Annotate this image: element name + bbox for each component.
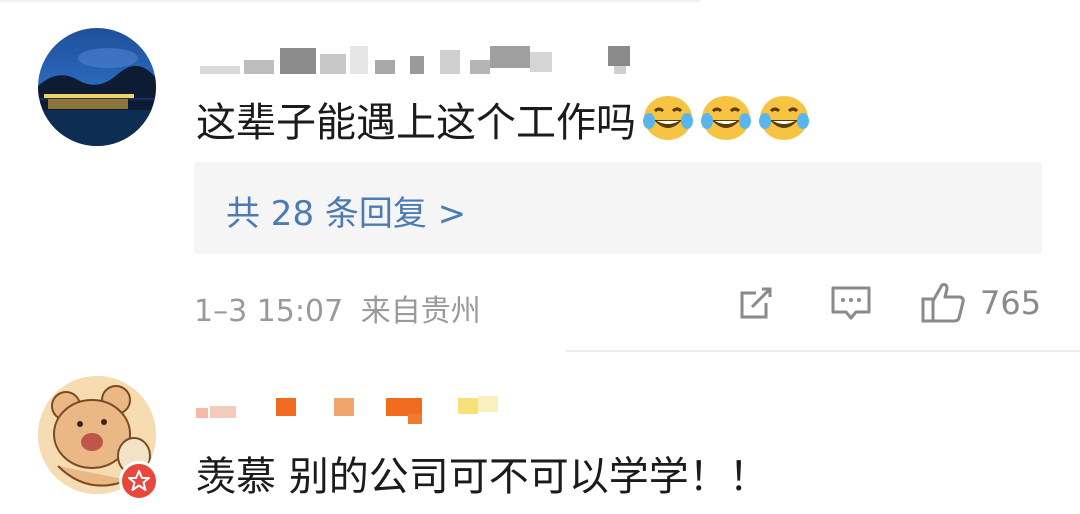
- comment-text: 这辈子能遇上这个工作吗: [196, 90, 810, 152]
- comment-reply-button[interactable]: [830, 284, 872, 328]
- username-masked[interactable]: [196, 394, 506, 424]
- replies-label: 共 28 条回复 >: [226, 194, 467, 234]
- star-badge-icon: [119, 461, 159, 501]
- night-lake-avatar-icon: [38, 28, 156, 146]
- like-count: 765: [980, 284, 1042, 322]
- edit-share-icon: [740, 287, 772, 319]
- comment-text: 羡慕 别的公司可不可以学学！！: [196, 444, 769, 502]
- laughing-tears-emoji-icon: [700, 94, 752, 152]
- avatar[interactable]: [38, 28, 156, 146]
- view-replies-button[interactable]: 共 28 条回复 >: [194, 162, 1042, 254]
- comment-meta: 1–3 15:07 来自贵州: [194, 286, 481, 330]
- laughing-tears-emoji-icon: [642, 94, 694, 152]
- pixelated-name-icon: [196, 396, 498, 424]
- like-button[interactable]: [920, 280, 968, 328]
- thumbs-up-icon: [921, 283, 965, 323]
- comment-body: 这辈子能遇上这个工作吗: [196, 100, 636, 146]
- location: 来自贵州: [360, 294, 481, 329]
- comment-bubble-icon: [831, 286, 871, 320]
- username-masked[interactable]: [200, 46, 630, 76]
- repost-button[interactable]: [736, 283, 776, 327]
- laughing-tears-emoji-icon: [758, 94, 810, 152]
- pixelated-name-icon: [200, 46, 630, 74]
- comment-divider: [566, 350, 1080, 352]
- timestamp: 1–3 15:07: [194, 294, 344, 329]
- top-divider: [0, 0, 700, 2]
- comment-body: 羡慕 别的公司可不可以学学！！: [196, 454, 769, 500]
